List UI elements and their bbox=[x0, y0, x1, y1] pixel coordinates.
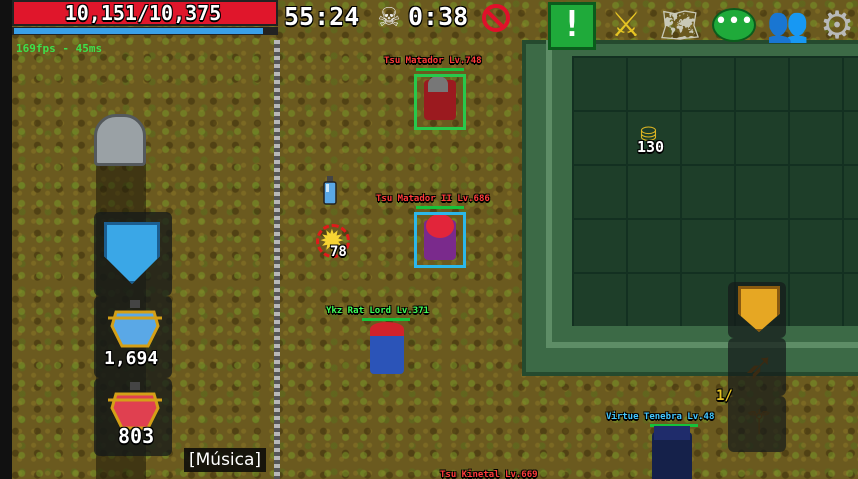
screen-border bbox=[0, 0, 12, 479]
potion-icon[interactable] bbox=[322, 176, 338, 206]
skull-icon: ☠ bbox=[377, 3, 401, 33]
item-count: 130 bbox=[637, 138, 665, 156]
potion-icon bbox=[108, 300, 162, 348]
crossed-swords-icon: ⚔ bbox=[610, 5, 642, 45]
match-timer: 55:24 bbox=[284, 2, 360, 31]
video-caption: [Música] bbox=[184, 448, 267, 472]
map-button[interactable]: 🗺 bbox=[656, 2, 704, 50]
player-name: Tsu Matador II Lv.686 bbox=[376, 194, 490, 204]
game-viewport[interactable]: 10,151/10,375 169fps - 45ms 55:24 ☠ 0:38… bbox=[0, 0, 858, 479]
dotted-path-line bbox=[274, 40, 280, 479]
bow-icon: ➶ bbox=[743, 346, 775, 387]
chat-button[interactable]: ••• bbox=[710, 2, 758, 50]
fps-readout: 169fps - 45ms bbox=[16, 42, 103, 55]
player-health-bar bbox=[362, 318, 410, 321]
potion-1-count: 1,694 bbox=[104, 348, 159, 369]
target-frame bbox=[414, 212, 466, 268]
player-hat bbox=[654, 426, 690, 440]
player-name: Tsu Matador Lv.748 bbox=[384, 56, 482, 66]
friends-icon: 👥 bbox=[766, 5, 810, 45]
mana-fill bbox=[14, 28, 263, 34]
health-text: 10,151/10,375 bbox=[64, 1, 222, 25]
target-frame bbox=[414, 74, 466, 130]
no-pvp-icon bbox=[482, 4, 510, 32]
player-name: Tsu Kinetal Lv.669 bbox=[440, 470, 538, 479]
friends-button[interactable]: 👥 bbox=[764, 2, 812, 50]
player-hair bbox=[370, 322, 404, 336]
player-name: Virtue Tenebra Lv.48 bbox=[606, 412, 715, 422]
potion-2-count: 803 bbox=[118, 424, 155, 448]
map-icon: 🗺 bbox=[659, 6, 701, 44]
quest-alert-button[interactable]: ! bbox=[548, 2, 596, 50]
settings-button[interactable]: ⚙ bbox=[816, 2, 858, 50]
gear-icon: ⚙ bbox=[819, 3, 855, 47]
enemy-count: 78 bbox=[330, 244, 347, 260]
quest-alert-icon: ! bbox=[561, 4, 583, 45]
staff-icon: ⚚ bbox=[743, 403, 775, 443]
pvp-toggle-button[interactable]: ⚔ bbox=[602, 2, 650, 50]
dungeon-floor-grid bbox=[572, 56, 858, 326]
player-name: Ykz Rat Lord Lv.371 bbox=[326, 306, 429, 316]
gravestone-icon bbox=[94, 114, 146, 166]
player-health-bar bbox=[416, 68, 464, 71]
player-health-bar bbox=[416, 206, 464, 209]
skull-timer: 0:38 bbox=[408, 2, 469, 31]
chat-bubble-icon: ••• bbox=[712, 8, 756, 42]
